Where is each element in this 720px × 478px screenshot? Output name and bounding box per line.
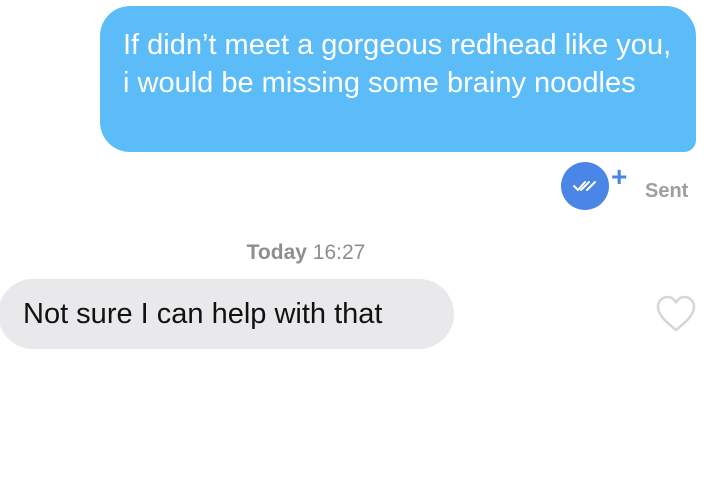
outgoing-message-bubble[interactable]: If didn’t meet a gorgeous redhead like y… bbox=[100, 6, 696, 152]
incoming-message-bubble[interactable]: Not sure I can help with that bbox=[0, 279, 454, 349]
like-button[interactable] bbox=[655, 294, 697, 334]
read-receipt-button[interactable] bbox=[561, 162, 609, 210]
chat-thread: If didn’t meet a gorgeous redhead like y… bbox=[0, 0, 720, 478]
heart-outline-icon bbox=[656, 295, 696, 332]
plus-icon[interactable]: + bbox=[611, 163, 627, 191]
timestamp-time: 16:27 bbox=[312, 241, 366, 264]
message-status: Sent bbox=[645, 180, 689, 202]
timestamp-divider: Today 16:27 bbox=[0, 240, 612, 266]
timestamp-day: Today bbox=[246, 241, 307, 264]
double-check-icon bbox=[573, 181, 596, 191]
